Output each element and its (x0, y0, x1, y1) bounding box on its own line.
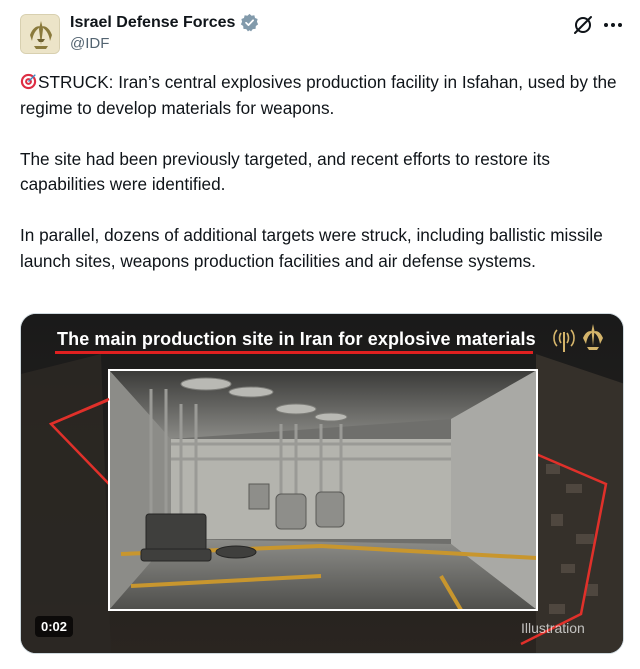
tweet-paragraph: In parallel, dozens of additional target… (20, 225, 603, 271)
tweet-paragraph: STRUCK: Iran’s central explosives produc… (20, 70, 624, 121)
tweet-body: STRUCK: Iran’s central explosives produc… (20, 70, 624, 274)
verified-badge-icon (241, 13, 259, 32)
grok-icon[interactable] (572, 14, 594, 36)
tweet-header: Israel Defense Forces @IDF (20, 12, 624, 56)
tweet-paragraph: The site had been previously targeted, a… (20, 148, 550, 195)
title-underline (55, 351, 533, 354)
idf-emblem-icon (21, 15, 59, 53)
video-title: The main production site in Iran for exp… (57, 329, 536, 349)
direct-hit-target-icon (20, 73, 37, 90)
avatar[interactable] (20, 14, 60, 54)
handle[interactable]: @IDF (70, 35, 109, 52)
illustration-caption: Illustration (521, 620, 585, 636)
video-timestamp: 0:02 (35, 616, 74, 637)
name-row: Israel Defense Forces (70, 13, 259, 32)
display-name[interactable]: Israel Defense Forces (70, 14, 235, 32)
video-player[interactable]: The main production site in Iran for exp… (20, 313, 624, 654)
tweet-paragraph-text: STRUCK: Iran’s central explosives produc… (20, 72, 617, 118)
video-frame (21, 314, 623, 653)
more-options-icon[interactable] (602, 14, 624, 36)
idf-logo-icon (553, 324, 603, 352)
